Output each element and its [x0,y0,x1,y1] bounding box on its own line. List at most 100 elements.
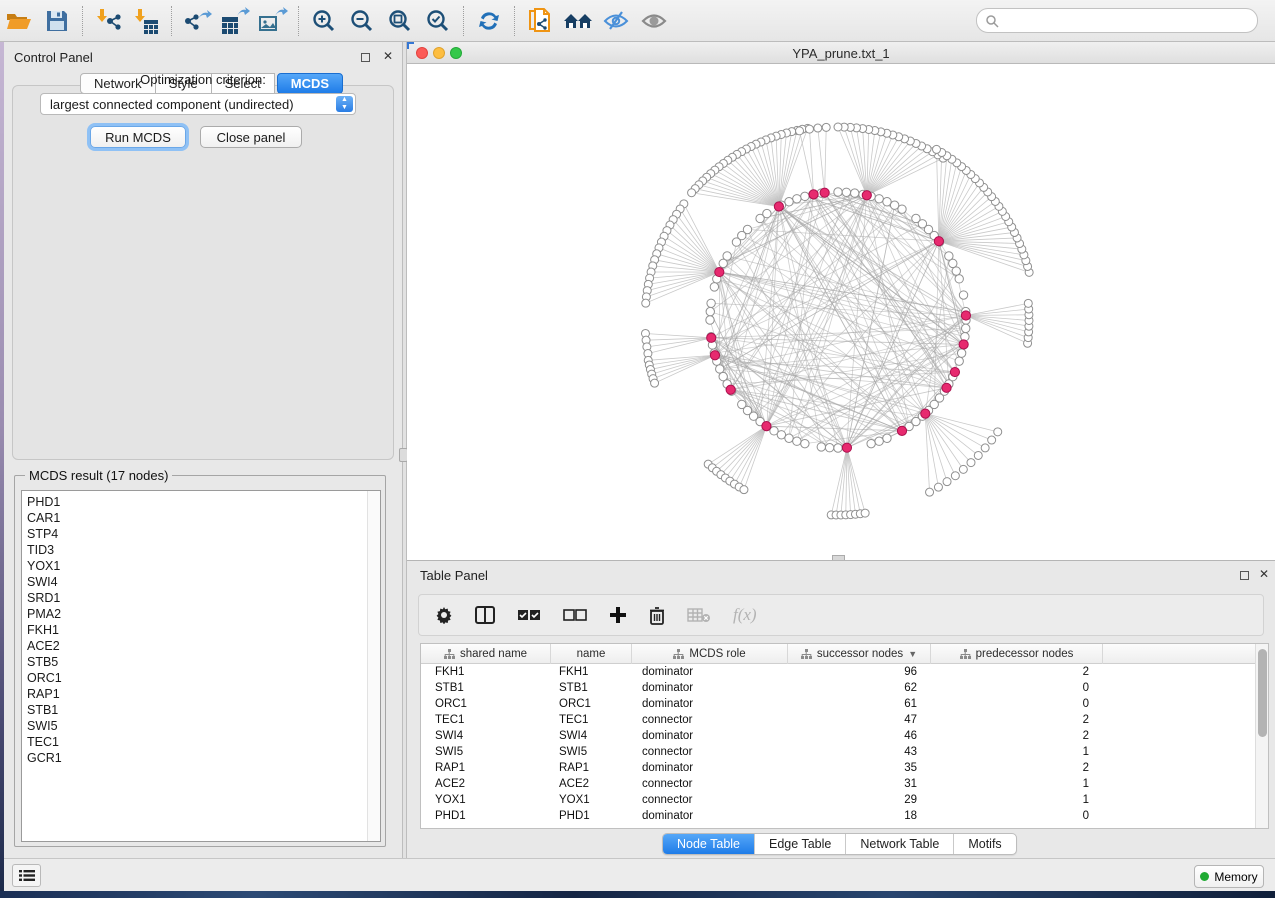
table-cell[interactable]: 2 [931,664,1103,680]
table-row[interactable]: SWI4SWI4dominator462 [421,728,1255,744]
network-node[interactable] [1024,299,1032,307]
table-row[interactable]: SWI5SWI5connector431 [421,744,1255,760]
network-canvas[interactable] [407,64,1275,560]
memory-button[interactable]: Memory [1194,865,1264,888]
show-panels-button[interactable] [12,864,41,887]
table-cell[interactable]: FKH1 [551,664,632,680]
network-node[interactable] [834,123,842,131]
network-node[interactable] [716,365,724,373]
table-cell[interactable]: 0 [931,808,1103,824]
network-node[interactable] [817,443,825,451]
network-node[interactable] [651,379,659,387]
select-all-button[interactable] [517,600,541,630]
save-session-button[interactable] [38,4,76,38]
network-node[interactable] [777,431,785,439]
mcds-result-item[interactable]: SWI5 [27,718,367,734]
network-hub-node[interactable] [820,188,829,197]
network-node[interactable] [801,192,809,200]
show-columns-button[interactable] [475,600,495,630]
network-hub-node[interactable] [726,385,735,394]
add-column-button[interactable] [609,600,627,630]
mcds-result-item[interactable]: CAR1 [27,510,367,526]
show-panel-button[interactable] [635,4,673,38]
table-cell[interactable]: 2 [931,760,1103,776]
network-node[interactable] [988,436,996,444]
network-node[interactable] [642,299,650,307]
table-cell[interactable]: 1 [931,744,1103,760]
mcds-list-scrollbar[interactable] [367,491,380,841]
table-cell[interactable]: 61 [788,696,931,712]
close-panel-icon[interactable]: ✕ [1259,567,1269,581]
table-cell[interactable]: FKH1 [421,664,551,680]
network-node[interactable] [719,259,727,267]
table-scrollbar-thumb[interactable] [1258,649,1267,737]
destroy-table-button[interactable] [687,600,711,630]
network-node[interactable] [962,324,970,332]
network-node[interactable] [943,478,951,486]
table-cell[interactable]: TEC1 [421,712,551,728]
mcds-result-item[interactable]: RAP1 [27,686,367,702]
zoom-out-button[interactable] [343,4,381,38]
optimization-criterion-select[interactable]: largest connected component (undirected)… [40,93,356,115]
network-node[interactable] [883,434,891,442]
export-image-button[interactable] [254,4,292,38]
clone-network-button[interactable] [521,4,559,38]
mcds-result-item[interactable]: STB5 [27,654,367,670]
table-cell[interactable]: ORC1 [551,696,632,712]
table-cell[interactable]: dominator [632,808,788,824]
network-node[interactable] [851,189,859,197]
network-node[interactable] [842,188,850,196]
network-node[interactable] [974,451,982,459]
network-node[interactable] [814,124,822,132]
network-hub-node[interactable] [961,311,970,320]
network-node[interactable] [951,472,959,480]
network-hub-node[interactable] [774,202,783,211]
network-hub-node[interactable] [762,422,771,431]
network-hub-node[interactable] [809,190,818,199]
mcds-result-item[interactable]: ACE2 [27,638,367,654]
refresh-layout-button[interactable] [470,4,508,38]
network-node[interactable] [822,123,830,131]
table-cell[interactable]: PHD1 [421,808,551,824]
network-node[interactable] [981,444,989,452]
float-panel-icon[interactable] [361,53,370,62]
network-node[interactable] [875,437,883,445]
table-cell[interactable]: dominator [632,664,788,680]
column-header-MCDS-role[interactable]: MCDS role [632,644,788,664]
network-node[interactable] [796,127,804,135]
network-window-titlebar[interactable]: YPA_prune.txt_1 [407,42,1275,64]
table-cell[interactable]: 1 [931,776,1103,792]
network-hub-node[interactable] [921,409,930,418]
network-node[interactable] [785,198,793,206]
zoom-selected-button[interactable] [419,4,457,38]
table-row[interactable]: YOX1YOX1connector291 [421,792,1255,808]
network-node[interactable] [933,145,941,153]
network-hub-node[interactable] [710,351,719,360]
table-row[interactable]: FKH1FKH1dominator962 [421,664,1255,680]
network-node[interactable] [732,238,740,246]
network-hub-node[interactable] [862,191,871,200]
table-cell[interactable]: STB1 [551,680,632,696]
search-input[interactable] [999,11,1257,31]
table-settings-button[interactable] [435,600,453,630]
table-row[interactable]: PHD1PHD1dominator180 [421,808,1255,824]
export-table-button[interactable] [216,4,254,38]
network-node[interactable] [955,275,963,283]
table-cell[interactable]: 0 [931,696,1103,712]
table-cell[interactable]: 2 [931,712,1103,728]
table-cell[interactable]: SWI4 [421,728,551,744]
table-cell[interactable]: RAP1 [551,760,632,776]
network-graph[interactable] [407,64,1275,560]
table-cell[interactable]: SWI5 [551,744,632,760]
mcds-result-item[interactable]: ORC1 [27,670,367,686]
network-hub-node[interactable] [942,383,951,392]
table-cell[interactable]: ACE2 [551,776,632,792]
table-cell[interactable]: SWI5 [421,744,551,760]
network-hub-node[interactable] [934,237,943,246]
table-row[interactable]: RAP1RAP1dominator352 [421,760,1255,776]
table-row[interactable]: ACE2ACE2connector311 [421,776,1255,792]
network-node[interactable] [834,188,842,196]
import-table-button[interactable] [127,4,165,38]
network-node[interactable] [967,459,975,467]
table-cell[interactable]: dominator [632,728,788,744]
